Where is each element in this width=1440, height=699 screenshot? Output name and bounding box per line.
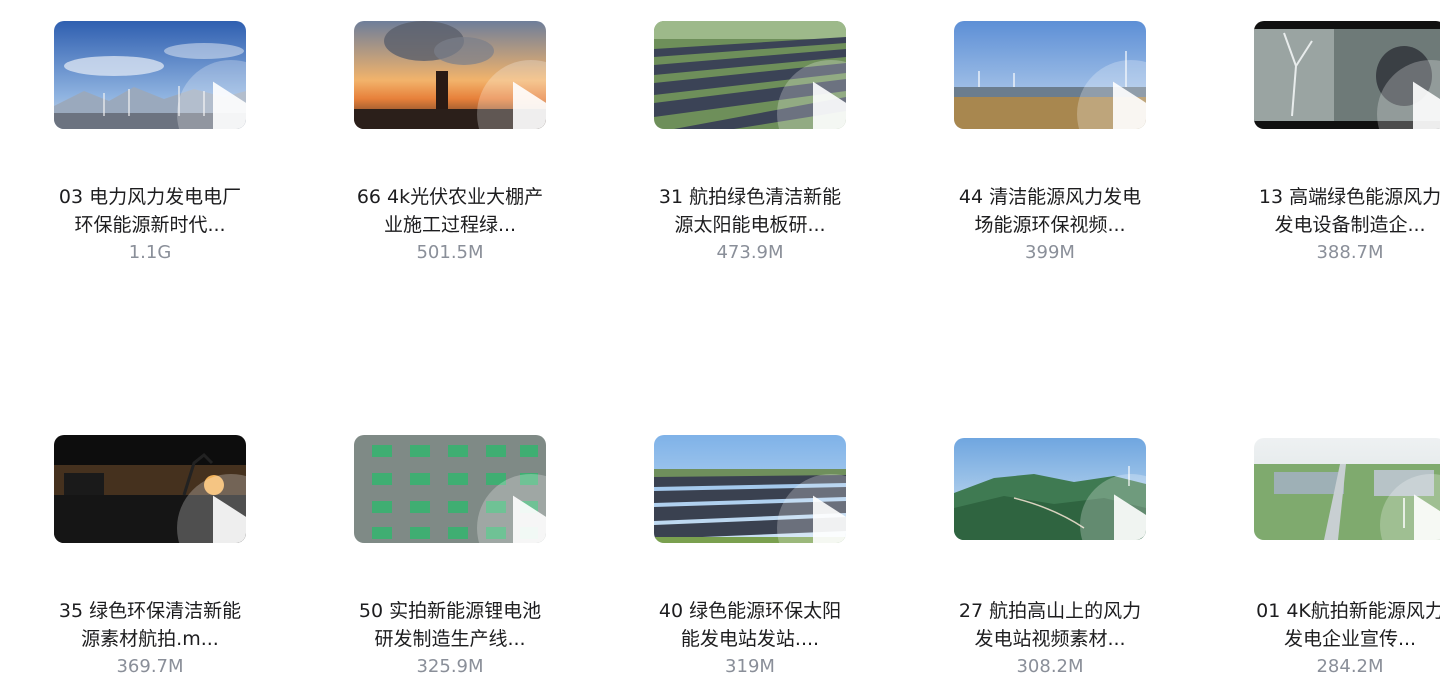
video-title-line2: 源太阳能电板研... <box>674 214 826 236</box>
file-size: 284.2M <box>1316 656 1384 677</box>
play-icon <box>1380 474 1440 540</box>
video-title-line2: 研发制造生产线... <box>374 628 526 650</box>
video-tile[interactable]: 01 4K航拍新能源风力 发电企业宣传... 284.2M <box>1200 414 1440 699</box>
file-size: 319M <box>725 656 775 677</box>
video-title: 13 高端绿色能源风力 发电设备制造企... <box>1240 183 1440 239</box>
video-thumbnail[interactable] <box>54 435 246 543</box>
video-title: 35 绿色环保清洁新能 源素材航拍.m... <box>40 597 260 653</box>
video-title-line2: 发电站视频素材... <box>974 628 1126 650</box>
video-tile[interactable]: 13 高端绿色能源风力 发电设备制造企... 388.7M <box>1200 0 1440 290</box>
video-tile[interactable]: 31 航拍绿色清洁新能 源太阳能电板研... 473.9M <box>600 0 900 290</box>
video-thumbnail[interactable] <box>954 21 1146 129</box>
file-size: 388.7M <box>1316 242 1384 263</box>
play-icon <box>477 60 546 129</box>
video-title: 27 航拍高山上的风力 发电站视频素材... <box>940 597 1160 653</box>
video-thumbnail[interactable] <box>1254 21 1440 129</box>
file-size: 501.5M <box>416 242 484 263</box>
video-tile[interactable]: 66 4k光伏农业大棚产 业施工过程绿... 501.5M <box>300 0 600 290</box>
play-icon <box>1377 60 1440 129</box>
video-title: 44 清洁能源风力发电 场能源环保视频... <box>940 183 1160 239</box>
video-title-line1: 13 高端绿色能源风力 <box>1258 186 1440 208</box>
video-title-line1: 44 清洁能源风力发电 <box>958 186 1142 208</box>
video-thumbnail[interactable] <box>354 21 546 129</box>
file-size: 325.9M <box>416 656 484 677</box>
video-title-line1: 03 电力风力发电电厂 <box>58 186 242 208</box>
video-title-line2: 场能源环保视频... <box>974 214 1126 236</box>
video-title-line1: 50 实拍新能源锂电池 <box>358 600 542 622</box>
video-title-line2: 环保能源新时代... <box>74 214 226 236</box>
video-file-grid: 03 电力风力发电电厂 环保能源新时代... 1.1G 66 4k光伏农业大棚产… <box>0 0 1440 699</box>
video-title: 50 实拍新能源锂电池 研发制造生产线... <box>340 597 560 653</box>
video-title: 66 4k光伏农业大棚产 业施工过程绿... <box>340 183 560 239</box>
video-title-line1: 66 4k光伏农业大棚产 <box>356 186 544 208</box>
video-tile[interactable]: 03 电力风力发电电厂 环保能源新时代... 1.1G <box>0 0 300 290</box>
video-tile[interactable]: 44 清洁能源风力发电 场能源环保视频... 399M <box>900 0 1200 290</box>
video-title-line1: 01 4K航拍新能源风力 <box>1256 600 1440 622</box>
file-size: 399M <box>1025 242 1075 263</box>
video-title-line2: 源素材航拍.m... <box>81 628 219 650</box>
video-thumbnail[interactable] <box>654 435 846 543</box>
video-title-line1: 35 绿色环保清洁新能 <box>58 600 242 622</box>
video-title-line1: 31 航拍绿色清洁新能 <box>658 186 842 208</box>
video-thumbnail[interactable] <box>954 438 1146 540</box>
video-tile[interactable]: 27 航拍高山上的风力 发电站视频素材... 308.2M <box>900 414 1200 699</box>
video-thumbnail[interactable] <box>54 21 246 129</box>
video-title-line1: 27 航拍高山上的风力 <box>958 600 1142 622</box>
play-icon <box>177 60 246 129</box>
video-title: 31 航拍绿色清洁新能 源太阳能电板研... <box>640 183 860 239</box>
video-title-line2: 业施工过程绿... <box>383 214 517 236</box>
play-icon <box>777 60 846 129</box>
video-thumbnail[interactable] <box>654 21 846 129</box>
video-title: 01 4K航拍新能源风力 发电企业宣传... <box>1240 597 1440 653</box>
video-thumbnail[interactable] <box>1254 438 1440 540</box>
video-title: 40 绿色能源环保太阳 能发电站发站.... <box>640 597 860 653</box>
play-icon <box>477 474 546 543</box>
play-icon <box>177 474 246 543</box>
play-icon <box>777 474 846 543</box>
video-tile[interactable]: 35 绿色环保清洁新能 源素材航拍.m... 369.7M <box>0 414 300 699</box>
file-size: 308.2M <box>1016 656 1084 677</box>
video-title-line2: 发电企业宣传... <box>1283 628 1417 650</box>
video-title-line2: 能发电站发站.... <box>680 628 820 650</box>
play-icon <box>1080 474 1146 540</box>
file-size: 1.1G <box>128 242 172 263</box>
video-title-line1: 40 绿色能源环保太阳 <box>658 600 842 622</box>
video-tile[interactable]: 40 绿色能源环保太阳 能发电站发站.... 319M <box>600 414 900 699</box>
video-title-line2: 发电设备制造企... <box>1274 214 1426 236</box>
video-thumbnail[interactable] <box>354 435 546 543</box>
video-tile[interactable]: 50 实拍新能源锂电池 研发制造生产线... 325.9M <box>300 414 600 699</box>
video-title: 03 电力风力发电电厂 环保能源新时代... <box>40 183 260 239</box>
file-size: 473.9M <box>716 242 784 263</box>
file-size: 369.7M <box>116 656 184 677</box>
play-icon <box>1077 60 1146 129</box>
